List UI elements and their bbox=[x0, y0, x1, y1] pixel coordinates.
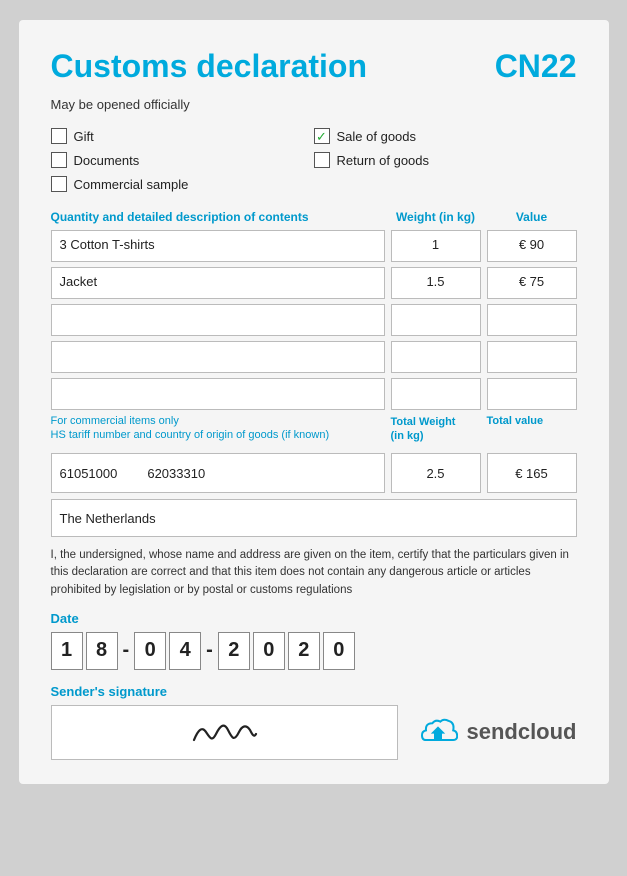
sendcloud-icon bbox=[418, 716, 458, 748]
date-digit-8[interactable]: 0 bbox=[323, 632, 355, 670]
customs-declaration-form: Customs declaration CN22 May be opened o… bbox=[19, 20, 609, 784]
commercial-sample-label: Commercial sample bbox=[74, 177, 189, 192]
date-sep-2: - bbox=[204, 639, 215, 662]
country-origin-value: The Netherlands bbox=[60, 511, 156, 526]
total-value-label: Total value bbox=[487, 415, 577, 427]
th-value: Value bbox=[487, 210, 577, 224]
row2-description[interactable]: Jacket bbox=[51, 267, 385, 299]
table-row: 3 Cotton T-shirts 1 € 90 bbox=[51, 230, 577, 262]
row3-value[interactable] bbox=[487, 304, 577, 336]
date-row: 1 8 - 0 4 - 2 0 2 0 bbox=[51, 632, 577, 670]
bottom-row: sendcloud bbox=[51, 705, 577, 760]
table-row bbox=[51, 341, 577, 373]
row1-weight[interactable]: 1 bbox=[391, 230, 481, 262]
header: Customs declaration CN22 bbox=[51, 48, 577, 85]
documents-checkbox[interactable] bbox=[51, 152, 67, 168]
row5-weight[interactable] bbox=[391, 378, 481, 410]
sendcloud-name: sendcloud bbox=[466, 719, 576, 745]
checkboxes-section: Gift Documents Commercial sample ✓ Sale … bbox=[51, 128, 577, 192]
row1-value[interactable]: € 90 bbox=[487, 230, 577, 262]
sale-of-goods-checkbox[interactable]: ✓ bbox=[314, 128, 330, 144]
checkmark-icon: ✓ bbox=[316, 130, 327, 143]
cn22-code: CN22 bbox=[495, 48, 577, 85]
checkbox-commercial-sample[interactable]: Commercial sample bbox=[51, 176, 314, 192]
row1-description[interactable]: 3 Cotton T-shirts bbox=[51, 230, 385, 262]
row2-value[interactable]: € 75 bbox=[487, 267, 577, 299]
hs-totals-row: 61051000 62033310 2.5 € 165 bbox=[51, 453, 577, 493]
date-label: Date bbox=[51, 611, 577, 626]
table-header: Quantity and detailed description of con… bbox=[51, 210, 577, 224]
row2-weight[interactable]: 1.5 bbox=[391, 267, 481, 299]
row4-description[interactable] bbox=[51, 341, 385, 373]
th-description: Quantity and detailed description of con… bbox=[51, 210, 385, 224]
commercial-area: For commercial items only HS tariff numb… bbox=[51, 415, 385, 447]
table-row bbox=[51, 304, 577, 336]
table-row: Jacket 1.5 € 75 bbox=[51, 267, 577, 299]
date-digit-7[interactable]: 2 bbox=[288, 632, 320, 670]
sendcloud-logo: sendcloud bbox=[418, 716, 576, 748]
signature-drawing bbox=[184, 712, 264, 752]
checkbox-gift[interactable]: Gift bbox=[51, 128, 314, 144]
signature-box[interactable] bbox=[51, 705, 399, 760]
return-of-goods-checkbox[interactable] bbox=[314, 152, 330, 168]
sale-of-goods-label: Sale of goods bbox=[337, 129, 417, 144]
documents-label: Documents bbox=[74, 153, 140, 168]
hs-number-1: 61051000 bbox=[60, 466, 118, 481]
subtitle: May be opened officially bbox=[51, 97, 577, 112]
date-digit-6[interactable]: 0 bbox=[253, 632, 285, 670]
country-origin-cell[interactable]: The Netherlands bbox=[51, 499, 577, 537]
date-digit-5[interactable]: 2 bbox=[218, 632, 250, 670]
row3-weight[interactable] bbox=[391, 304, 481, 336]
hs-label: HS tariff number and country of origin o… bbox=[51, 429, 385, 441]
th-weight: Weight (in kg) bbox=[391, 210, 481, 224]
commercial-sample-checkbox[interactable] bbox=[51, 176, 67, 192]
gift-checkbox[interactable] bbox=[51, 128, 67, 144]
total-value-value[interactable]: € 165 bbox=[487, 453, 577, 493]
date-digit-4[interactable]: 4 bbox=[169, 632, 201, 670]
total-value-label-area: Total value bbox=[487, 415, 577, 447]
signature-label: Sender's signature bbox=[51, 684, 577, 699]
total-weight-value[interactable]: 2.5 bbox=[391, 453, 481, 493]
checkbox-col-left: Gift Documents Commercial sample bbox=[51, 128, 314, 192]
checkbox-documents[interactable]: Documents bbox=[51, 152, 314, 168]
row4-weight[interactable] bbox=[391, 341, 481, 373]
date-digit-3[interactable]: 0 bbox=[134, 632, 166, 670]
checkbox-col-right: ✓ Sale of goods Return of goods bbox=[314, 128, 577, 192]
checkbox-sale-of-goods[interactable]: ✓ Sale of goods bbox=[314, 128, 577, 144]
row5-value[interactable] bbox=[487, 378, 577, 410]
commercial-items-label: For commercial items only bbox=[51, 415, 385, 427]
page-title: Customs declaration bbox=[51, 48, 368, 85]
total-weight-label: Total Weight (in kg) bbox=[391, 415, 481, 444]
row4-value[interactable] bbox=[487, 341, 577, 373]
commercial-totals-area: For commercial items only HS tariff numb… bbox=[51, 415, 577, 447]
certification-text: I, the undersigned, whose name and addre… bbox=[51, 547, 577, 599]
row5-description[interactable] bbox=[51, 378, 385, 410]
return-of-goods-label: Return of goods bbox=[337, 153, 430, 168]
hs-numbers-cell[interactable]: 61051000 62033310 bbox=[51, 453, 385, 493]
row3-description[interactable] bbox=[51, 304, 385, 336]
checkbox-return-of-goods[interactable]: Return of goods bbox=[314, 152, 577, 168]
date-sep-1: - bbox=[121, 639, 132, 662]
hs-number-2: 62033310 bbox=[147, 466, 205, 481]
date-digit-1[interactable]: 1 bbox=[51, 632, 83, 670]
gift-label: Gift bbox=[74, 129, 94, 144]
table-row bbox=[51, 378, 577, 410]
date-digit-2[interactable]: 8 bbox=[86, 632, 118, 670]
total-weight-label-area: Total Weight (in kg) bbox=[391, 415, 481, 447]
